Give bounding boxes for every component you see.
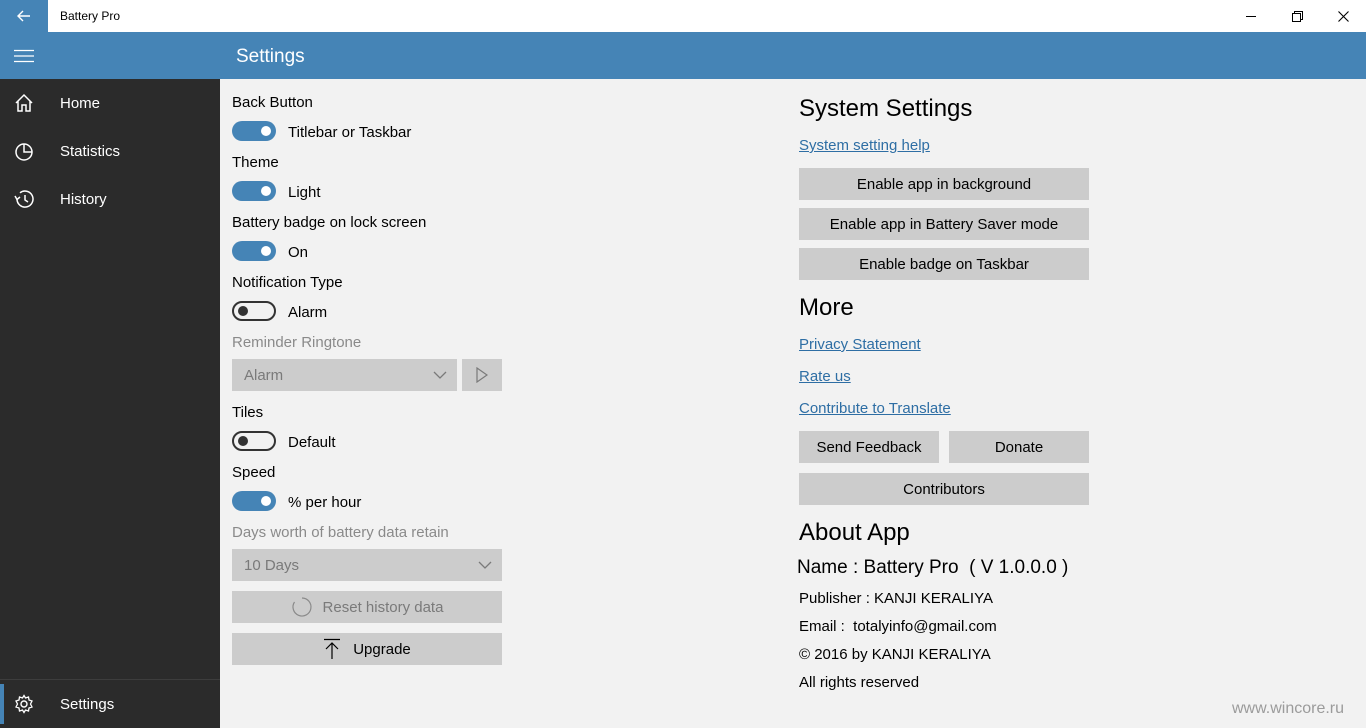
header-bar: Settings — [0, 32, 1366, 79]
publisher-info: Publisher : KANJI KERALIYA — [799, 590, 993, 607]
history-icon — [0, 175, 48, 223]
back-button-setting-label: Back Button — [232, 94, 313, 111]
speed-toggle[interactable] — [232, 491, 276, 511]
chevron-down-icon — [433, 371, 447, 379]
watermark: www.wincore.ru — [1232, 700, 1345, 717]
sidebar-item-statistics[interactable]: Statistics — [0, 127, 220, 175]
chevron-down-icon — [478, 561, 492, 569]
theme-setting-label: Theme — [232, 154, 279, 171]
theme-toggle-label: Light — [288, 184, 321, 201]
contribute-translate-link[interactable]: Contribute to Translate — [799, 400, 951, 417]
reset-history-label: Reset history data — [322, 598, 444, 616]
send-feedback-button[interactable]: Send Feedback — [799, 431, 939, 463]
home-icon — [0, 79, 48, 127]
notification-type-toggle-label: Alarm — [288, 304, 328, 321]
notification-type-toggle[interactable] — [232, 301, 276, 321]
hamburger-menu-button[interactable] — [0, 32, 48, 79]
contributors-button[interactable]: Contributors — [799, 473, 1089, 505]
sidebar: Home Statistics History Settings — [0, 79, 220, 728]
sidebar-item-label: Statistics — [60, 142, 121, 160]
title-bar: Battery Pro — [0, 0, 1366, 32]
badge-toggle-label: On — [288, 244, 309, 261]
sidebar-item-label: History — [60, 190, 107, 208]
reset-history-button[interactable]: Reset history data — [232, 591, 502, 623]
badge-setting-label: Battery badge on lock screen — [232, 214, 427, 231]
reminder-ringtone-label: Reminder Ringtone — [232, 334, 362, 351]
app-name-version: Name : Battery Pro ( V 1.0.0.0 ) — [797, 557, 1069, 578]
system-setting-help-link[interactable]: System setting help — [799, 137, 930, 154]
selection-indicator — [0, 684, 4, 724]
rate-us-link[interactable]: Rate us — [799, 368, 851, 385]
notification-type-label: Notification Type — [232, 274, 343, 291]
enable-taskbar-badge-button[interactable]: Enable badge on Taskbar — [799, 248, 1089, 280]
sidebar-item-label: Settings — [60, 695, 115, 713]
play-icon — [476, 367, 488, 383]
enable-background-button[interactable]: Enable app in background — [799, 168, 1089, 200]
system-settings-heading: System Settings — [799, 95, 973, 122]
send-feedback-label: Send Feedback — [816, 438, 922, 456]
tiles-toggle-label: Default — [288, 434, 336, 451]
page-title: Settings — [236, 46, 305, 67]
privacy-statement-link[interactable]: Privacy Statement — [799, 336, 921, 353]
enable-background-label: Enable app in background — [856, 175, 1032, 193]
upgrade-button[interactable]: Upgrade — [232, 633, 502, 665]
minimize-button[interactable] — [1228, 0, 1274, 32]
sidebar-item-settings[interactable]: Settings — [0, 680, 220, 728]
badge-toggle[interactable] — [232, 241, 276, 261]
email-info: Email : totalyinfo@gmail.com — [799, 618, 997, 635]
play-ringtone-button[interactable] — [462, 359, 502, 391]
retain-days-label: Days worth of battery data retain — [232, 524, 449, 541]
enable-battery-saver-label: Enable app in Battery Saver mode — [829, 215, 1059, 233]
retain-days-dropdown[interactable]: 10 Days — [232, 549, 502, 581]
restore-icon — [1291, 10, 1303, 22]
copyright-info: © 2016 by KANJI KERALIYA — [799, 646, 991, 663]
upload-arrow-icon — [324, 638, 341, 659]
back-button[interactable] — [0, 0, 48, 32]
enable-taskbar-badge-label: Enable badge on Taskbar — [859, 255, 1029, 273]
ringtone-selected-value: Alarm — [244, 366, 284, 384]
tiles-toggle[interactable] — [232, 431, 276, 451]
sidebar-item-label: Home — [60, 94, 101, 112]
hamburger-icon — [14, 49, 34, 62]
app-title: Battery Pro — [60, 9, 121, 23]
retain-days-selected-value: 10 Days — [244, 556, 300, 574]
rights-info: All rights reserved — [799, 674, 920, 691]
back-button-toggle[interactable] — [232, 121, 276, 141]
restore-button[interactable] — [1274, 0, 1320, 32]
upgrade-label: Upgrade — [353, 640, 411, 658]
donate-button[interactable]: Donate — [949, 431, 1089, 463]
pie-chart-icon — [0, 127, 48, 175]
ringtone-dropdown[interactable]: Alarm — [232, 359, 457, 391]
minimize-icon — [1246, 16, 1256, 17]
theme-toggle[interactable] — [232, 181, 276, 201]
speed-setting-label: Speed — [232, 464, 276, 481]
tiles-setting-label: Tiles — [232, 404, 264, 421]
speed-toggle-label: % per hour — [288, 494, 362, 511]
contributors-label: Contributors — [903, 480, 985, 498]
gear-icon — [0, 680, 48, 728]
refresh-icon — [291, 597, 312, 617]
close-button[interactable] — [1320, 0, 1366, 32]
sidebar-item-home[interactable]: Home — [0, 79, 220, 127]
back-arrow-icon — [17, 10, 30, 22]
more-heading: More — [799, 294, 854, 321]
donate-label: Donate — [994, 438, 1044, 456]
sidebar-item-history[interactable]: History — [0, 175, 220, 223]
back-button-toggle-label: Titlebar or Taskbar — [288, 124, 412, 141]
close-icon — [1337, 10, 1349, 22]
about-app-heading: About App — [799, 519, 910, 546]
enable-battery-saver-button[interactable]: Enable app in Battery Saver mode — [799, 208, 1089, 240]
